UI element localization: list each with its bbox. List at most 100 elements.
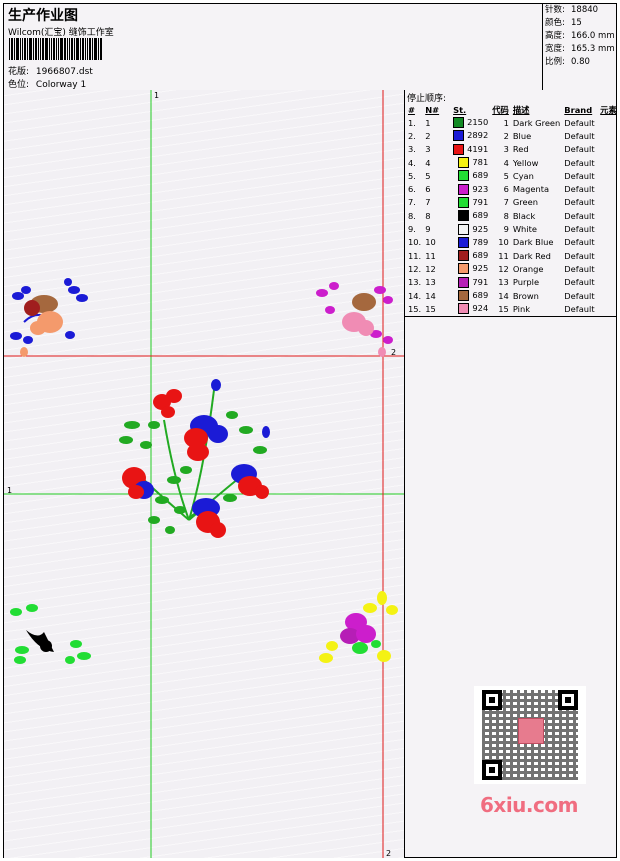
thread-brand: Default — [564, 210, 595, 221]
color-swatch — [458, 303, 470, 315]
needle-number: 6 — [425, 184, 431, 195]
stop-index: 1. — [408, 117, 416, 128]
stop-row[interactable]: 15. 15 924 15 Pink Default — [406, 302, 619, 315]
color-swatch — [458, 263, 470, 275]
stop-index: 5. — [408, 170, 416, 181]
element-cell — [598, 222, 619, 235]
stitch-count: 923 — [451, 182, 490, 195]
corner-motif-bottom-left — [10, 604, 91, 664]
color-description: Black — [512, 210, 536, 221]
color-description: White — [512, 224, 537, 235]
color-code: 9 — [503, 224, 509, 235]
needle-number: 14 — [425, 290, 436, 301]
stop-index: 4. — [408, 157, 416, 168]
color-swatch — [453, 130, 465, 142]
stitch-count-value: 923 — [472, 183, 489, 194]
stop-index: 8. — [408, 210, 416, 221]
needle-number: 2 — [425, 130, 431, 141]
element-cell — [598, 116, 619, 129]
col-index: # — [408, 104, 415, 115]
color-swatch — [458, 210, 470, 222]
stitch-count: 781 — [451, 156, 490, 169]
color-description: Pink — [512, 303, 531, 314]
color-swatch — [458, 223, 470, 235]
stitch-count-value: 925 — [472, 263, 489, 274]
stitch-count-value: 924 — [472, 303, 489, 314]
corner-motif-bottom-right — [319, 591, 398, 663]
stop-row[interactable]: 14. 14 689 14 Brown Default — [406, 289, 619, 302]
design-canvas[interactable]: 1 1 2 2 — [4, 90, 405, 858]
element-cell — [598, 129, 619, 142]
stat-width: 宽度: 165.3 mm — [545, 44, 615, 54]
color-description: Dark Blue — [512, 237, 554, 248]
stitch-count: 925 — [451, 262, 490, 275]
color-code: 6 — [503, 184, 509, 195]
stat-stitches: 针数: 18840 — [545, 5, 599, 15]
element-cell — [598, 182, 619, 195]
stitch-count: 924 — [451, 302, 490, 315]
stitch-count: 789 — [451, 236, 490, 249]
guide-label-green-top: 1 — [154, 91, 160, 100]
stop-table-header: # N# St. 代码 描述 Brand 元素 — [406, 103, 619, 116]
company-name: Wilcom(汇宝) 缝饰工作室 — [8, 28, 114, 38]
stop-row[interactable]: 5. 5 689 5 Cyan Default — [406, 169, 619, 182]
stitch-count-value: 791 — [472, 196, 489, 207]
color-swatch — [458, 157, 470, 169]
stitch-count: 2150 — [451, 116, 490, 129]
stop-row[interactable]: 11. 11 689 11 Dark Red Default — [406, 249, 619, 262]
seal-stamp-icon — [518, 718, 544, 744]
stop-row[interactable]: 6. 6 923 6 Magenta Default — [406, 182, 619, 195]
stitch-count: 2892 — [451, 129, 490, 142]
color-code: 12 — [498, 263, 509, 274]
stop-index: 13. — [408, 277, 422, 288]
stitch-count: 689 — [451, 209, 490, 222]
thread-brand: Default — [564, 250, 595, 261]
color-code: 5 — [503, 170, 509, 181]
stop-row[interactable]: 2. 2 2892 2 Blue Default — [406, 129, 619, 142]
element-cell — [598, 143, 619, 156]
color-swatch — [458, 236, 470, 248]
stop-row[interactable]: 8. 8 689 8 Black Default — [406, 209, 619, 222]
stop-index: 10. — [408, 237, 422, 248]
stop-row[interactable]: 12. 12 925 12 Orange Default — [406, 262, 619, 275]
needle-number: 9 — [425, 224, 431, 235]
stop-row[interactable]: 1. 1 2150 1 Dark Green Default — [406, 116, 619, 129]
qr-code — [474, 686, 586, 784]
stitch-count: 689 — [451, 249, 490, 262]
stop-row[interactable]: 13. 13 791 13 Purple Default — [406, 276, 619, 289]
element-cell — [598, 276, 619, 289]
design-file-line: 花版: 1966807.dst — [8, 64, 93, 77]
color-description: Orange — [512, 263, 544, 274]
stop-index: 12. — [408, 263, 422, 274]
color-description: Dark Red — [512, 250, 551, 261]
stitch-count-value: 689 — [472, 250, 489, 261]
color-description: Yellow — [512, 157, 539, 168]
stop-row[interactable]: 9. 9 925 9 White Default — [406, 222, 619, 235]
color-code: 8 — [503, 210, 509, 221]
production-worksheet: 生产作业图 Wilcom(汇宝) 缝饰工作室 花版: 1966807.dst 色… — [3, 3, 617, 858]
stitch-count: 791 — [451, 196, 490, 209]
color-swatch — [458, 183, 470, 195]
color-swatch — [458, 276, 470, 288]
color-swatch — [458, 170, 470, 182]
needle-number: 1 — [425, 117, 431, 128]
stop-row[interactable]: 3. 3 4191 3 Red Default — [406, 143, 619, 156]
thread-brand: Default — [564, 117, 595, 128]
stitch-count-value: 781 — [472, 157, 489, 168]
col-needle: N# — [425, 104, 440, 115]
stop-sequence-title: 停止顺序: — [407, 94, 447, 104]
color-swatch — [458, 250, 470, 262]
stop-row[interactable]: 4. 4 781 4 Yellow Default — [406, 156, 619, 169]
stitch-count-value: 2150 — [467, 117, 489, 128]
corner-motif-top-left — [10, 278, 88, 357]
stop-sequence-panel: 停止顺序: # N# St. 代码 描述 Brand 元素 1. 1 2150 1 Da… — [405, 90, 619, 317]
color-code: 3 — [503, 144, 509, 155]
element-cell — [598, 249, 619, 262]
stop-row[interactable]: 7. 7 791 7 Green Default — [406, 196, 619, 209]
color-code: 4 — [503, 157, 509, 168]
color-description: Dark Green — [512, 117, 561, 128]
needle-number: 7 — [425, 197, 431, 208]
stop-row[interactable]: 10. 10 789 10 Dark Blue Default — [406, 236, 619, 249]
thread-brand: Default — [564, 197, 595, 208]
stop-index: 11. — [408, 250, 422, 261]
